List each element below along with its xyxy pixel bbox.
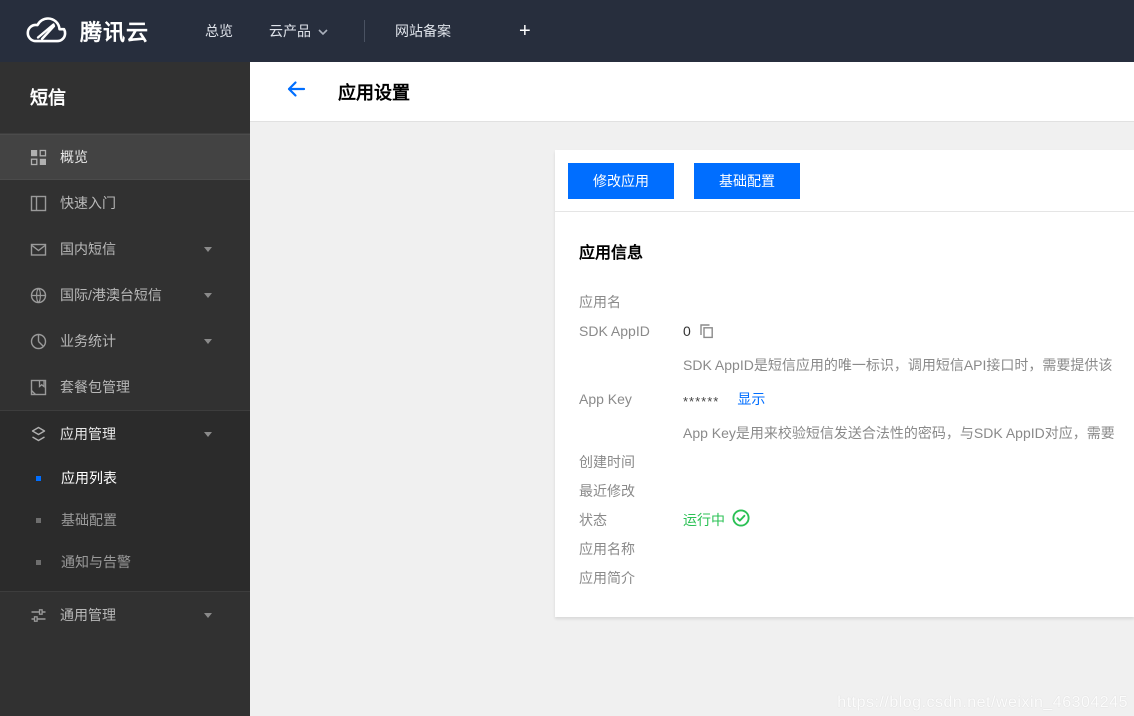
- globe-icon: [30, 287, 47, 304]
- field-app-key: App Key ****** 显示: [579, 384, 1134, 413]
- brand-logo[interactable]: 腾讯云: [26, 15, 149, 47]
- sidebar-subitem-label: 通知与告警: [61, 554, 131, 570]
- bullet-icon: [36, 475, 41, 481]
- chevron-down-icon: [204, 431, 212, 437]
- sidebar-item-label: 业务统计: [60, 333, 116, 349]
- bullet-icon: [36, 559, 41, 565]
- field-label: 应用名: [579, 293, 621, 310]
- bullet-icon: [36, 517, 41, 523]
- sdk-appid-help-row: SDK AppID是短信应用的唯一标识，调用短信API接口时，需要提供该: [579, 350, 1134, 379]
- sidebar-item-packages[interactable]: 套餐包管理: [0, 364, 250, 410]
- sidebar-title: 短信: [0, 62, 250, 134]
- chevron-down-icon: [204, 292, 212, 298]
- field-value: 0: [683, 322, 691, 339]
- field-app-desc: 应用简介: [579, 563, 1134, 592]
- sidebar-item-label: 国际/港澳台短信: [60, 287, 162, 303]
- nav-overview[interactable]: 总览: [205, 21, 233, 41]
- modify-app-button[interactable]: 修改应用: [568, 163, 674, 199]
- sidebar-item-label: 概览: [60, 149, 88, 165]
- cloud-icon: [26, 16, 68, 46]
- sidebar-item-quickstart[interactable]: 快速入门: [0, 180, 250, 226]
- field-sdk-appid: SDK AppID 0: [579, 316, 1134, 345]
- package-icon: [30, 379, 47, 396]
- plus-icon[interactable]: +: [519, 20, 531, 43]
- nav-divider: [364, 20, 366, 42]
- sidebar-subitem-notify-alarm[interactable]: 通知与告警: [0, 541, 250, 583]
- section-title: 应用信息: [579, 245, 644, 262]
- status-badge: 运行中: [683, 511, 725, 528]
- sdk-appid-help-text: SDK AppID是短信应用的唯一标识，调用短信API接口时，需要提供该: [683, 356, 1113, 373]
- sidebar-item-label: 国内短信: [60, 241, 116, 257]
- watermark: https://blog.csdn.net/weixin_46304245: [837, 694, 1128, 711]
- sidebar: 短信 概览 快速入门 国内短信 国际/港澳台短信 业务统计 套餐包管理 应用管理…: [0, 62, 250, 716]
- field-label: 创建时间: [579, 453, 635, 470]
- sidebar-item-label: 快速入门: [60, 195, 116, 211]
- layers-icon: [30, 426, 47, 443]
- nav-cloud-products-label: 云产品: [269, 23, 312, 39]
- field-last-modified: 最近修改: [579, 476, 1134, 505]
- back-button[interactable]: [286, 80, 306, 103]
- field-label: 应用简介: [579, 569, 635, 586]
- sliders-icon: [30, 607, 47, 624]
- app-key-help-row: App Key是用来校验短信发送合法性的密码，与SDK AppID对应，需要: [579, 418, 1134, 447]
- app-settings-card: 修改应用 基础配置 应用信息 应用名 SDK AppID 0 SDK AppID…: [555, 150, 1134, 617]
- divider: [555, 211, 1134, 212]
- topnav: 总览 云产品 网站备案 +: [205, 20, 531, 43]
- sidebar-item-intl-sms[interactable]: 国际/港澳台短信: [0, 272, 250, 318]
- sidebar-subitem-label: 应用列表: [61, 470, 117, 486]
- sidebar-item-label: 应用管理: [60, 426, 116, 442]
- sidebar-item-overview[interactable]: 概览: [0, 134, 250, 180]
- copy-icon[interactable]: [699, 323, 714, 339]
- field-create-time: 创建时间: [579, 447, 1134, 476]
- sidebar-subitem-app-list[interactable]: 应用列表: [0, 457, 250, 499]
- app-info-section: 应用信息 应用名 SDK AppID 0 SDK AppID是短信应用的唯一标识…: [555, 239, 1134, 592]
- chevron-down-icon: [318, 23, 328, 39]
- sidebar-item-general-management[interactable]: 通用管理: [0, 592, 250, 638]
- grid-icon: [30, 149, 47, 166]
- card-actions: 修改应用 基础配置: [555, 150, 1134, 199]
- window-icon: [30, 195, 47, 212]
- field-label: App Key: [579, 390, 632, 407]
- topbar: 腾讯云 总览 云产品 网站备案 +: [0, 0, 1134, 62]
- page-header: 应用设置: [250, 62, 1134, 121]
- field-app-name: 应用名: [579, 287, 1134, 316]
- basic-config-button[interactable]: 基础配置: [694, 163, 800, 199]
- field-app-title: 应用名称: [579, 534, 1134, 563]
- mail-icon: [30, 241, 47, 258]
- page-title: 应用设置: [338, 82, 410, 103]
- chevron-down-icon: [204, 338, 212, 344]
- chevron-down-icon: [204, 612, 212, 618]
- field-label: 最近修改: [579, 482, 635, 499]
- sidebar-subitem-label: 基础配置: [61, 512, 117, 528]
- masked-app-key: ******: [683, 394, 720, 409]
- field-label: 应用名称: [579, 540, 635, 557]
- arrow-left-icon: [286, 80, 306, 103]
- sidebar-item-label: 套餐包管理: [60, 379, 130, 395]
- sidebar-subitem-basic-config[interactable]: 基础配置: [0, 499, 250, 541]
- field-label: 状态: [579, 511, 607, 528]
- field-label: SDK AppID: [579, 322, 650, 339]
- field-status: 状态 运行中: [579, 505, 1134, 534]
- brand-name: 腾讯云: [80, 20, 150, 45]
- nav-cloud-products[interactable]: 云产品: [269, 21, 328, 41]
- app-key-help-text: App Key是用来校验短信发送合法性的密码，与SDK AppID对应，需要: [683, 424, 1115, 441]
- sidebar-group-app-management: 应用管理 应用列表 基础配置 通知与告警: [0, 410, 250, 592]
- nav-website-record[interactable]: 网站备案: [395, 21, 451, 41]
- sidebar-item-statistics[interactable]: 业务统计: [0, 318, 250, 364]
- chevron-down-icon: [204, 246, 212, 252]
- check-circle-icon: [725, 509, 750, 530]
- sidebar-item-label: 通用管理: [60, 607, 116, 623]
- show-app-key-link[interactable]: 显示: [737, 389, 765, 409]
- pie-chart-icon: [30, 333, 47, 350]
- sidebar-item-app-management[interactable]: 应用管理: [0, 411, 250, 457]
- sidebar-item-domestic-sms[interactable]: 国内短信: [0, 226, 250, 272]
